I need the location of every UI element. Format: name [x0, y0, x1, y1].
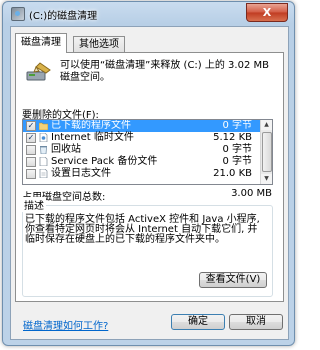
- file-icon: [39, 169, 48, 178]
- tab-more-options[interactable]: 其他选项: [73, 36, 125, 52]
- list-item[interactable]: ✓ 已下载的程序文件 0 字节: [23, 120, 272, 132]
- files-listbox[interactable]: ✓ 已下载的程序文件 0 字节 ✓ Internet 临时文件 5.12 KB …: [22, 119, 273, 185]
- file-category-size: 21.0 KB: [213, 168, 252, 179]
- file-icon: [39, 157, 48, 166]
- files-scrollbar[interactable]: ▲ ▼: [260, 120, 272, 184]
- view-files-button[interactable]: 查看文件(V): [199, 272, 267, 288]
- help-link[interactable]: 磁盘清理如何工作?: [23, 317, 108, 332]
- disk-cleanup-icon: [26, 62, 51, 81]
- file-icon: [39, 133, 48, 142]
- file-category-name: 已下载的程序文件: [51, 120, 131, 131]
- checkbox[interactable]: [26, 145, 36, 155]
- tab-panel-disk-cleanup: 可以使用“磁盘清理”来释放 (C:) 上的 3.02 MB 磁盘空间。 要删除的…: [15, 52, 284, 302]
- disk-cleanup-app-icon: [11, 7, 25, 21]
- checkbox[interactable]: [26, 169, 36, 179]
- checkbox[interactable]: [26, 157, 36, 167]
- file-category-size: 0 字节: [222, 120, 252, 131]
- title-bar[interactable]: (C:)的磁盘清理 X: [3, 2, 294, 26]
- disk-cleanup-window: (C:)的磁盘清理 X 磁盘清理 其他选项 可以使用“磁盘清理”来释放 (C:)…: [2, 1, 295, 346]
- file-category-name: 回收站: [51, 144, 81, 155]
- list-item[interactable]: Service Pack 备份文件 0 字节: [23, 156, 272, 168]
- checkbox[interactable]: ✓: [26, 121, 36, 131]
- list-item[interactable]: ✓ Internet 临时文件 5.12 KB: [23, 132, 272, 144]
- folder-icon: [39, 122, 48, 130]
- file-category-size: 5.12 KB: [213, 132, 252, 143]
- disk-space-value: 3.00 MB: [231, 188, 272, 199]
- list-item[interactable]: 回收站 0 字节: [23, 144, 272, 156]
- scroll-down-icon[interactable]: ▼: [261, 174, 272, 184]
- dialog-body: 磁盘清理 其他选项 可以使用“磁盘清理”来释放 (C:) 上的 3.02 MB …: [10, 26, 289, 340]
- scrollbar-thumb[interactable]: [262, 132, 272, 172]
- description-title: 描述: [22, 197, 46, 212]
- file-category-name: 设置日志文件: [51, 168, 111, 179]
- close-button[interactable]: X: [246, 3, 288, 22]
- ok-button[interactable]: 确定: [171, 314, 225, 330]
- file-category-size: 0 字节: [222, 144, 252, 155]
- header-description: 可以使用“磁盘清理”来释放 (C:) 上的 3.02 MB 磁盘空间。: [60, 60, 269, 83]
- tab-disk-cleanup[interactable]: 磁盘清理: [15, 33, 67, 53]
- list-item[interactable]: 设置日志文件 21.0 KB: [23, 168, 272, 180]
- file-category-name: Internet 临时文件: [51, 132, 134, 143]
- checkbox[interactable]: ✓: [26, 133, 36, 143]
- window-title: (C:)的磁盘清理: [29, 11, 98, 22]
- scroll-up-icon[interactable]: ▲: [261, 120, 272, 130]
- recycle-bin-icon: [40, 146, 47, 154]
- file-category-name: Service Pack 备份文件: [51, 156, 158, 167]
- cancel-button[interactable]: 取消: [229, 314, 283, 330]
- description-text: 已下载的程序文件包括 ActiveX 控件和 Java 小程序, 你查看特定网页…: [25, 214, 260, 245]
- file-category-size: 0 字节: [222, 156, 252, 167]
